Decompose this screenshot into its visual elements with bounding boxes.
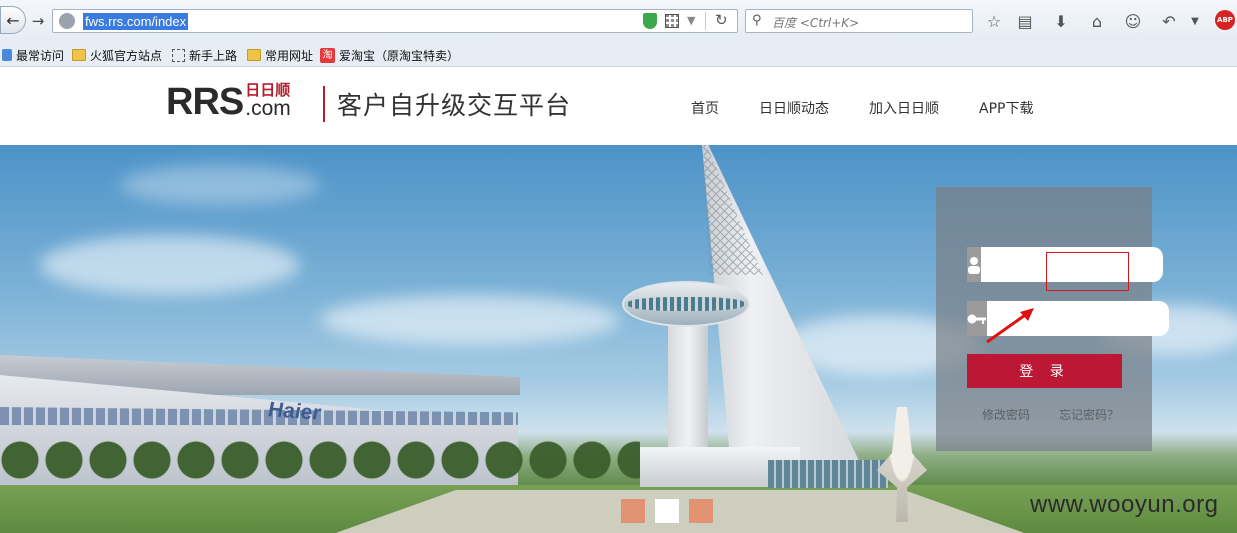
factory-windows	[0, 407, 518, 425]
user-icon-svg	[968, 256, 980, 274]
logo-com-text: .com	[245, 97, 291, 120]
shield-icon[interactable]	[643, 13, 657, 29]
folder-icon	[247, 49, 261, 61]
browser-toolbar: ← → fws.rrs.com/index ▼ ↻ ⚲ 百度 <Ctrl+K> …	[0, 0, 1237, 42]
tree-line	[0, 430, 640, 490]
search-placeholder[interactable]: 百度 <Ctrl+K>	[772, 14, 859, 31]
tower-glass-hall	[768, 460, 888, 488]
divider	[705, 12, 706, 30]
hero-banner: Haier 登 录 修改密码 忘记密码？ www.wooyun.org	[0, 145, 1237, 533]
download-icon[interactable]: ⬇	[1050, 10, 1072, 32]
smiley-icon[interactable]: ☺	[1122, 10, 1144, 32]
undo-icon[interactable]: ↶	[1158, 10, 1180, 32]
tower-deck-windows	[628, 297, 744, 311]
home-icon[interactable]: ⌂	[1086, 10, 1108, 32]
logo-divider	[323, 86, 325, 122]
forward-button[interactable]: →	[28, 10, 48, 32]
star-icon	[2, 49, 12, 61]
bookmark-common-sites[interactable]: 常用网址	[247, 46, 313, 64]
qr-code-icon[interactable]	[665, 14, 679, 28]
user-icon	[967, 247, 981, 282]
history-dropdown-icon[interactable]: ▼	[687, 14, 695, 27]
watermark: www.wooyun.org	[1030, 491, 1219, 518]
annotation-highlight-box	[1046, 252, 1129, 291]
bookmark-most-visited[interactable]: 最常访问	[2, 46, 64, 64]
bookmark-firefox-official[interactable]: 火狐官方站点	[72, 46, 162, 64]
slide-dot-2[interactable]	[655, 499, 679, 523]
cloud	[40, 235, 300, 295]
cloud	[120, 165, 320, 205]
annotation-arrow-icon	[986, 308, 1034, 344]
taobao-icon: 淘	[320, 47, 335, 63]
back-button[interactable]: ←	[0, 6, 26, 34]
back-arrow-icon: ←	[6, 10, 20, 30]
dropdown-icon[interactable]: ▼	[1184, 10, 1206, 32]
forgot-password-link[interactable]: 忘记密码？	[1059, 406, 1119, 423]
bookmark-label: 爱淘宝（原淘宝特卖）	[339, 48, 460, 63]
bookmark-label: 火狐官方站点	[90, 48, 163, 63]
slide-dot-1[interactable]	[621, 499, 645, 523]
bookmark-getting-started[interactable]: 新手上路	[172, 46, 237, 64]
bookmark-label: 新手上路	[189, 48, 238, 63]
tower-lattice	[703, 145, 763, 275]
logo-brand-cn: 日日顺	[245, 81, 291, 99]
nav-app-download[interactable]: APP下载	[979, 98, 1033, 118]
adblock-icon[interactable]: ABP	[1215, 10, 1235, 30]
logo-suffix: 日日顺 .com	[245, 82, 291, 120]
reading-list-icon[interactable]: ▤	[1014, 10, 1036, 32]
forward-arrow-icon: →	[31, 12, 45, 30]
url-text[interactable]: fws.rrs.com/index	[83, 13, 189, 30]
nav-join[interactable]: 加入日日顺	[869, 98, 939, 118]
tower-shaft	[668, 325, 708, 455]
globe-icon	[59, 13, 75, 29]
address-bar[interactable]: fws.rrs.com/index ▼ ↻	[52, 9, 738, 33]
logo-rrs-text: RRS	[166, 81, 244, 123]
login-panel: 登 录 修改密码 忘记密码？	[936, 187, 1169, 451]
nav-news[interactable]: 日日顺动态	[759, 98, 829, 118]
cloud	[320, 295, 620, 345]
folder-icon	[72, 49, 86, 61]
nav-home[interactable]: 首页	[691, 98, 719, 118]
reload-icon[interactable]: ↻	[715, 11, 728, 29]
platform-title: 客户自升级交互平台	[337, 91, 572, 120]
bookmark-label: 最常访问	[16, 48, 65, 63]
slide-dot-3[interactable]	[689, 499, 713, 523]
bookmark-label: 常用网址	[265, 48, 314, 63]
bookmark-ai-taobao[interactable]: 淘 爱淘宝（原淘宝特卖）	[320, 46, 459, 64]
login-button[interactable]: 登 录	[967, 354, 1122, 388]
search-bar[interactable]: ⚲ 百度 <Ctrl+K>	[745, 9, 973, 33]
dashed-page-icon	[172, 48, 185, 62]
change-password-link[interactable]: 修改密码	[982, 406, 1030, 423]
search-icon: ⚲	[752, 13, 762, 28]
site-logo[interactable]: RRS 日日顺 .com	[166, 82, 291, 124]
haier-sign: Haier	[268, 398, 321, 425]
bookmark-star-icon[interactable]: ☆	[983, 10, 1005, 32]
